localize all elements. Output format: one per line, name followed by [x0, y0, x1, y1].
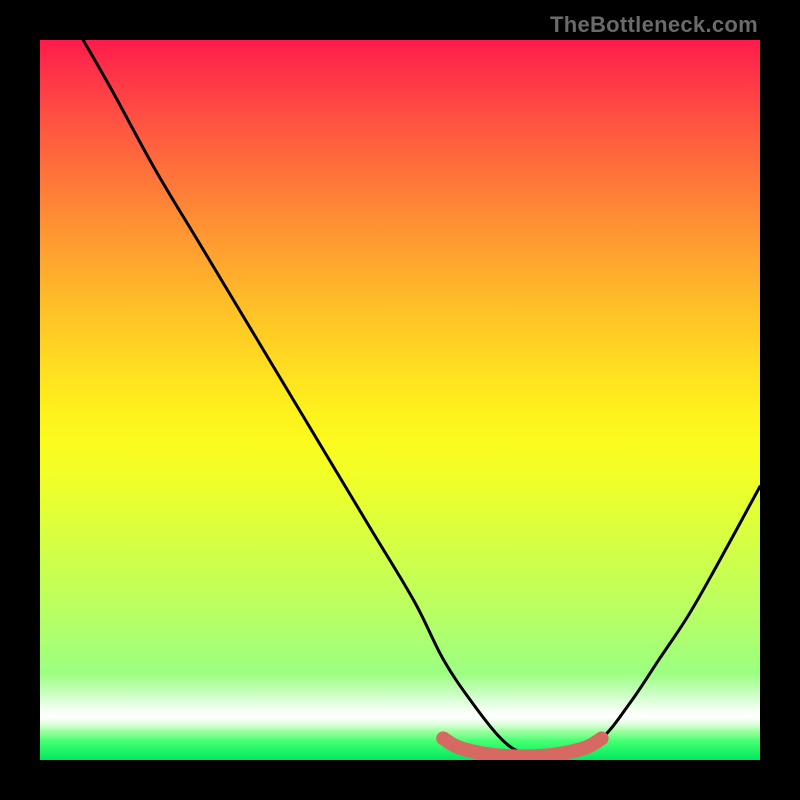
watermark-text: TheBottleneck.com [550, 12, 758, 38]
chart-area [40, 40, 760, 760]
bottleneck-curve [83, 40, 760, 754]
curve-svg [40, 40, 760, 760]
accent-segment [443, 738, 601, 756]
